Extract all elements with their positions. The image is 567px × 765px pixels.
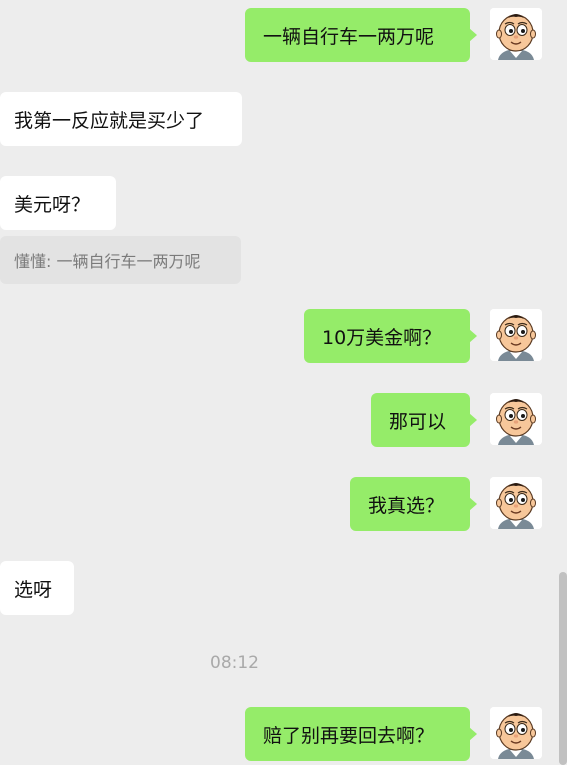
chat-window: 一辆自行车一两万呢 我第一反应就是买少了 美元呀？ 懂懂: 一辆自行车一两万呢 …: [0, 0, 567, 765]
message-bubble-me[interactable]: 10万美金啊？: [304, 309, 477, 363]
message-text: 那可以: [389, 410, 447, 433]
message-bubble-me[interactable]: 我真选？: [350, 477, 477, 531]
cartoon-boy-avatar-icon: [490, 309, 542, 361]
message-bubble-me[interactable]: 赔了别再要回去啊？: [245, 707, 477, 761]
user-avatar[interactable]: [490, 309, 542, 361]
cartoon-boy-avatar-icon: [490, 393, 542, 445]
message-text: 赔了别再要回去啊？: [263, 724, 435, 747]
message-text: 我第一反应就是买少了: [14, 109, 205, 132]
user-avatar[interactable]: [490, 477, 542, 529]
message-bubble-other[interactable]: 美元呀？: [0, 176, 116, 230]
message-bubble-me[interactable]: 一辆自行车一两万呢: [245, 8, 477, 62]
scrollbar[interactable]: [559, 572, 567, 765]
user-avatar[interactable]: [490, 8, 542, 60]
message-bubble-other[interactable]: 选呀: [0, 561, 74, 615]
cartoon-boy-avatar-icon: [490, 707, 542, 759]
message-text: 一辆自行车一两万呢: [263, 25, 435, 48]
message-bubble-other[interactable]: 我第一反应就是买少了: [0, 92, 242, 146]
message-bubble-me[interactable]: 那可以: [371, 393, 477, 447]
message-timestamp: 08:12: [210, 653, 259, 673]
quoted-message[interactable]: 懂懂: 一辆自行车一两万呢: [0, 236, 241, 284]
message-text: 选呀: [14, 578, 53, 601]
message-text: 我真选？: [368, 494, 445, 517]
user-avatar[interactable]: [490, 707, 542, 759]
quote-text: 懂懂: 一辆自行车一两万呢: [14, 252, 201, 271]
user-avatar[interactable]: [490, 393, 542, 445]
cartoon-boy-avatar-icon: [490, 477, 542, 529]
message-text: 美元呀？: [14, 193, 91, 216]
cartoon-boy-avatar-icon: [490, 8, 542, 60]
message-text: 10万美金啊？: [322, 326, 442, 349]
